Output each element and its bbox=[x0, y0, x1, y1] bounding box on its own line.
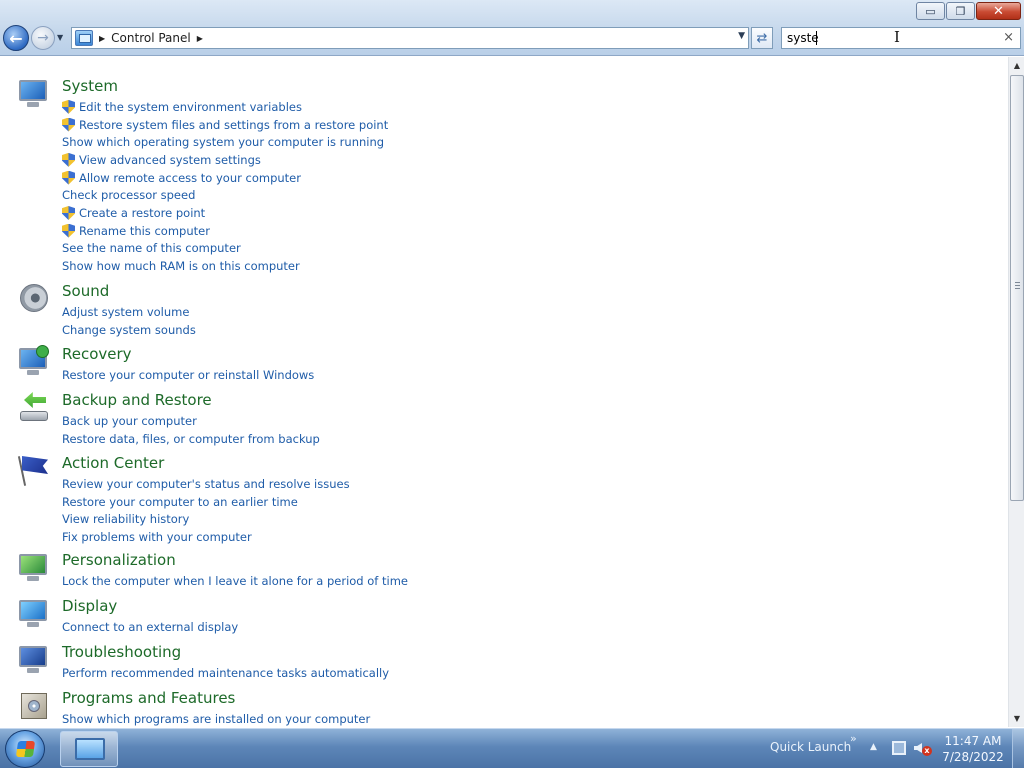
windows-logo-icon bbox=[15, 741, 36, 757]
link-list: Perform recommended maintenance tasks au… bbox=[62, 664, 389, 682]
search-results: System Edit the system environment varia… bbox=[0, 57, 1008, 727]
task-link[interactable]: Create a restore point bbox=[62, 204, 388, 222]
address-dropdown-icon[interactable]: ▼ bbox=[738, 31, 745, 41]
minimize-button[interactable]: ▭ bbox=[916, 2, 945, 20]
link-list: Review your computer's status and resolv… bbox=[62, 475, 350, 546]
task-link[interactable]: Perform recommended maintenance tasks au… bbox=[62, 664, 389, 682]
window-controls: ▭ ❐ ✕ bbox=[916, 2, 1021, 20]
category-title[interactable]: Display bbox=[62, 597, 117, 615]
flag-icon bbox=[17, 454, 52, 488]
category-title[interactable]: Sound bbox=[62, 282, 109, 300]
scroll-thumb[interactable] bbox=[1010, 75, 1024, 501]
task-link[interactable]: Rename this computer bbox=[62, 222, 388, 240]
link-list: Restore your computer or reinstall Windo… bbox=[62, 366, 314, 384]
quick-launch-chevron-icon[interactable]: » bbox=[850, 732, 857, 745]
category-title[interactable]: Programs and Features bbox=[62, 689, 235, 707]
uac-shield-icon bbox=[62, 99, 75, 114]
taskbar: Quick Launch » ▲ x 11:47 AM 7/28/2022 bbox=[0, 728, 1024, 768]
task-link[interactable]: Connect to an external display bbox=[62, 618, 238, 636]
volume-muted-icon[interactable]: x bbox=[914, 740, 932, 756]
clock-time[interactable]: 11:47 AM bbox=[941, 734, 1005, 748]
grip-icon bbox=[1015, 282, 1020, 290]
scroll-up-icon[interactable]: ▲ bbox=[1009, 57, 1024, 74]
category-title[interactable]: Action Center bbox=[62, 454, 164, 472]
task-link[interactable]: Change system sounds bbox=[62, 321, 196, 339]
task-link[interactable]: Restore data, files, or computer from ba… bbox=[62, 430, 320, 448]
scroll-down-icon[interactable]: ▼ bbox=[1009, 710, 1024, 727]
refresh-button[interactable]: ⇄ bbox=[751, 27, 773, 49]
task-link[interactable]: Allow remote access to your computer bbox=[62, 169, 388, 187]
programs-icon bbox=[18, 689, 52, 723]
breadcrumb-arrow-icon[interactable]: ▶ bbox=[197, 34, 203, 43]
task-link[interactable]: View reliability history bbox=[62, 510, 350, 528]
task-link[interactable]: See the name of this computer bbox=[62, 240, 388, 258]
link-list: Show which programs are installed on you… bbox=[62, 710, 370, 727]
task-link[interactable]: Show how much RAM is on this computer bbox=[62, 257, 388, 275]
show-hidden-icons-icon[interactable]: ▲ bbox=[870, 742, 877, 752]
system-icon bbox=[18, 77, 52, 111]
task-link[interactable]: Show which operating system your compute… bbox=[62, 133, 388, 151]
task-link[interactable]: Back up your computer bbox=[62, 412, 320, 430]
clear-search-icon[interactable]: × bbox=[1003, 30, 1014, 45]
task-link[interactable]: Lock the computer when I leave it alone … bbox=[62, 572, 408, 590]
task-link[interactable]: Restore your computer to an earlier time bbox=[62, 493, 350, 511]
link-list: Adjust system volume Change system sound… bbox=[62, 303, 196, 338]
task-link[interactable]: Show which programs are installed on you… bbox=[62, 710, 370, 727]
troubleshooting-icon bbox=[18, 643, 52, 677]
display-icon bbox=[18, 597, 52, 631]
link-list: Connect to an external display bbox=[62, 618, 238, 636]
uac-shield-icon bbox=[62, 223, 75, 238]
close-button[interactable]: ✕ bbox=[976, 2, 1021, 20]
link-list: Back up your computer Restore data, file… bbox=[62, 412, 320, 447]
task-link[interactable]: Check processor speed bbox=[62, 186, 388, 204]
forward-button[interactable]: → bbox=[31, 26, 55, 50]
clock-date[interactable]: 7/28/2022 bbox=[941, 750, 1005, 764]
breadcrumb-control-panel[interactable]: Control Panel bbox=[111, 31, 191, 45]
vertical-scrollbar[interactable]: ▲ ▼ bbox=[1008, 57, 1024, 727]
task-link[interactable]: View advanced system settings bbox=[62, 151, 388, 169]
uac-shield-icon bbox=[62, 170, 75, 185]
task-link[interactable]: Edit the system environment variables bbox=[62, 98, 388, 116]
control-panel-icon bbox=[75, 738, 105, 760]
mouse-cursor-icon: I bbox=[894, 28, 900, 46]
link-list: Edit the system environment variables Re… bbox=[62, 98, 388, 275]
network-icon[interactable] bbox=[892, 741, 906, 755]
category-title[interactable]: System bbox=[62, 77, 118, 95]
search-query[interactable]: syste bbox=[787, 31, 819, 45]
speaker-icon bbox=[18, 282, 52, 316]
backup-icon bbox=[18, 391, 52, 425]
personalization-icon bbox=[18, 551, 52, 585]
category-title[interactable]: Backup and Restore bbox=[62, 391, 212, 409]
search-input[interactable]: syste × bbox=[781, 27, 1021, 49]
task-link[interactable]: Fix problems with your computer bbox=[62, 528, 350, 546]
restore-button[interactable]: ❐ bbox=[946, 2, 975, 20]
start-button[interactable] bbox=[5, 730, 45, 768]
control-panel-icon bbox=[75, 30, 93, 46]
quick-launch-toolbar[interactable]: Quick Launch bbox=[770, 740, 851, 754]
text-caret bbox=[816, 31, 817, 45]
category-title[interactable]: Recovery bbox=[62, 345, 132, 363]
link-list: Lock the computer when I leave it alone … bbox=[62, 572, 408, 590]
recent-pages-dropdown[interactable]: ▼ bbox=[57, 33, 67, 43]
breadcrumb-arrow-icon[interactable]: ▶ bbox=[99, 34, 105, 43]
taskbar-control-panel-button[interactable] bbox=[60, 731, 118, 767]
recovery-icon bbox=[18, 345, 52, 379]
back-button[interactable]: ← bbox=[3, 25, 29, 51]
uac-shield-icon bbox=[62, 152, 75, 167]
task-link[interactable]: Review your computer's status and resolv… bbox=[62, 475, 350, 493]
uac-shield-icon bbox=[62, 205, 75, 220]
window-chrome: ▭ ❐ ✕ ← → ▼ ▶ Control Panel ▶ ▼ ⇄ syste … bbox=[0, 0, 1024, 56]
address-bar[interactable]: ▶ Control Panel ▶ ▼ bbox=[71, 27, 749, 49]
category-title[interactable]: Troubleshooting bbox=[62, 643, 181, 661]
task-link[interactable]: Restore system files and settings from a… bbox=[62, 116, 388, 134]
task-link[interactable]: Restore your computer or reinstall Windo… bbox=[62, 366, 314, 384]
show-desktop-button[interactable] bbox=[1012, 729, 1024, 768]
task-link[interactable]: Adjust system volume bbox=[62, 303, 196, 321]
category-title[interactable]: Personalization bbox=[62, 551, 176, 569]
uac-shield-icon bbox=[62, 117, 75, 132]
